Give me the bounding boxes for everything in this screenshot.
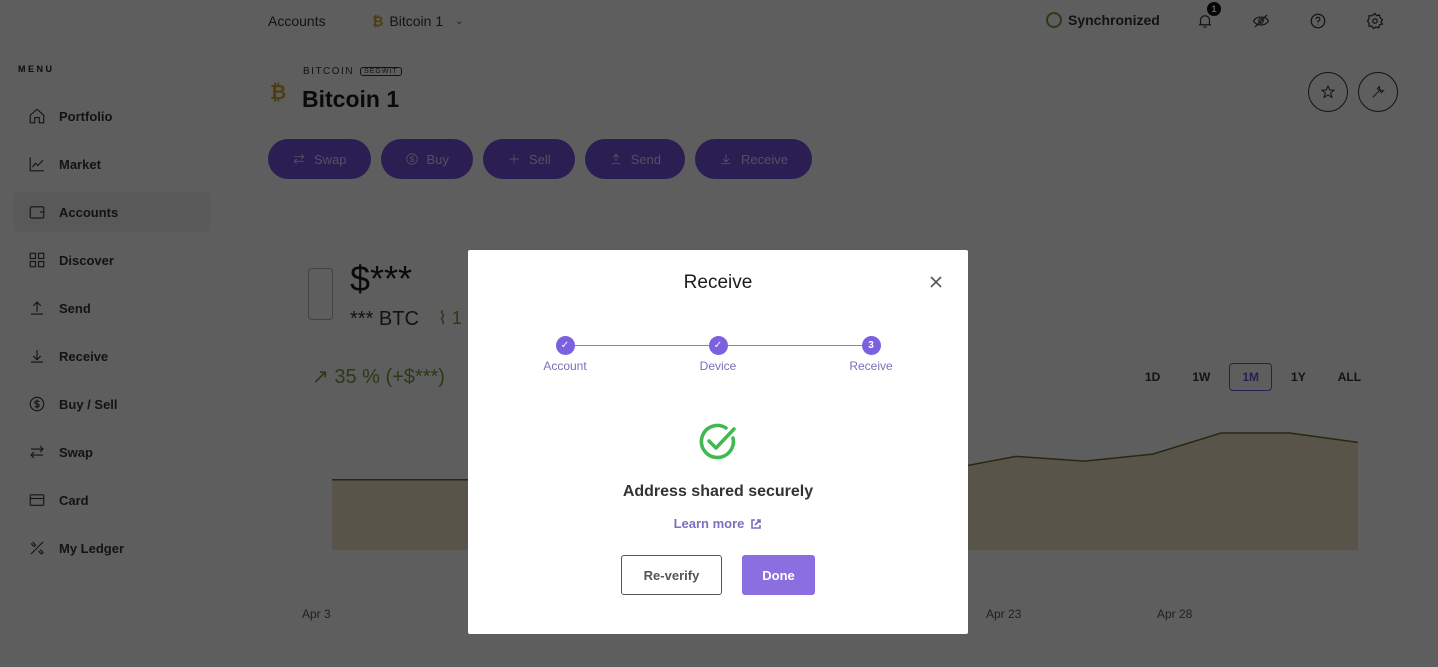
stepper: ✓ Account ✓ Device 3 Receive — [468, 336, 968, 380]
reverify-button[interactable]: Re-verify — [621, 555, 722, 595]
learn-more-label: Learn more — [673, 516, 745, 531]
step-receive: 3 Receive — [821, 336, 921, 373]
step-device: ✓ Device — [668, 336, 768, 373]
check-icon: ✓ — [708, 336, 728, 355]
close-button[interactable] — [928, 274, 944, 290]
step-account: ✓ Account — [515, 336, 615, 373]
close-icon — [930, 276, 942, 288]
success-check-icon — [699, 423, 736, 460]
receive-modal: Receive ✓ Account ✓ Device 3 Receive Add… — [468, 250, 968, 634]
check-icon: ✓ — [555, 336, 575, 355]
external-link-icon — [751, 518, 762, 529]
success-message: Address shared securely — [622, 483, 814, 500]
step-label: Receive — [849, 359, 893, 373]
done-button[interactable]: Done — [742, 555, 815, 595]
step-label: Device — [699, 359, 737, 373]
step-label: Account — [543, 359, 587, 373]
modal-title: Receive — [683, 272, 753, 293]
learn-more-link[interactable]: Learn more — [468, 516, 968, 531]
step-number: 3 — [861, 336, 881, 355]
